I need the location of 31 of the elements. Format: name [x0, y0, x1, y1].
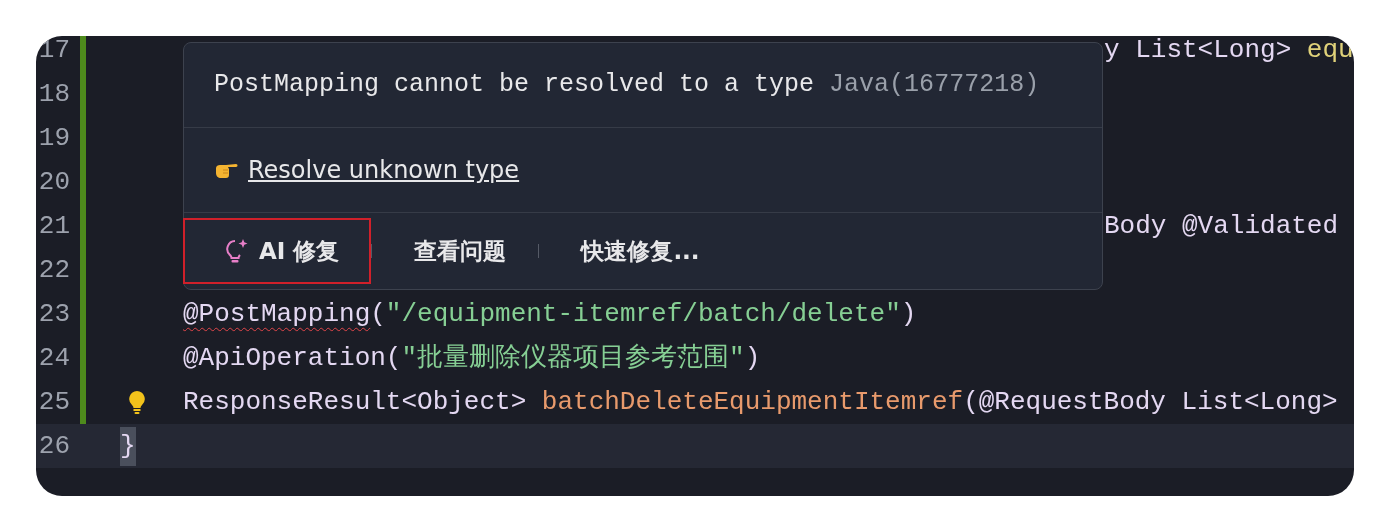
code-token: ): [744, 341, 761, 375]
line-number: 23: [37, 297, 70, 331]
code-token: y List<Long>: [1104, 36, 1293, 67]
line-number: 24: [37, 341, 70, 375]
error-message: PostMapping cannot be resolved to a type Java(16777218): [214, 69, 1040, 102]
action-button[interactable]: AI 修复: [183, 218, 372, 284]
code-token: "批量删除仪器项目参考范围": [401, 341, 745, 375]
action-button[interactable]: 快速修复...: [539, 218, 732, 284]
action-button[interactable]: 查看问题: [372, 218, 539, 284]
error-token: @PostMapping: [183, 297, 371, 331]
line-number: 22: [37, 253, 70, 287]
resolve-link[interactable]: Resolve unknown type: [248, 152, 520, 188]
line-number: 20: [37, 165, 70, 199]
code-token: ResponseResult<Object>: [183, 385, 528, 419]
code-token: (: [370, 297, 386, 331]
line-number: 21: [37, 209, 70, 243]
code-token: "/equipment-itemref/batch/delete": [385, 297, 901, 331]
line-number: 25: [37, 385, 70, 419]
code-token: batchDeleteEquipmentItemref: [541, 385, 964, 419]
line-number: 17: [37, 36, 70, 67]
sparkle-bulb-icon: [225, 237, 249, 265]
code-token: equ: [1306, 36, 1354, 67]
code-token: Body @Validated: [1104, 209, 1339, 243]
lightbulb-icon[interactable]: [128, 390, 146, 414]
code-token: ): [900, 297, 917, 331]
code-token: @ApiOperation(: [183, 341, 402, 375]
code-token: (@RequestBody List<Long>: [963, 385, 1338, 419]
line-number: 26: [37, 429, 70, 463]
code-token: }: [120, 426, 136, 466]
line-number: 19: [37, 121, 70, 155]
line-number: 18: [37, 77, 70, 111]
